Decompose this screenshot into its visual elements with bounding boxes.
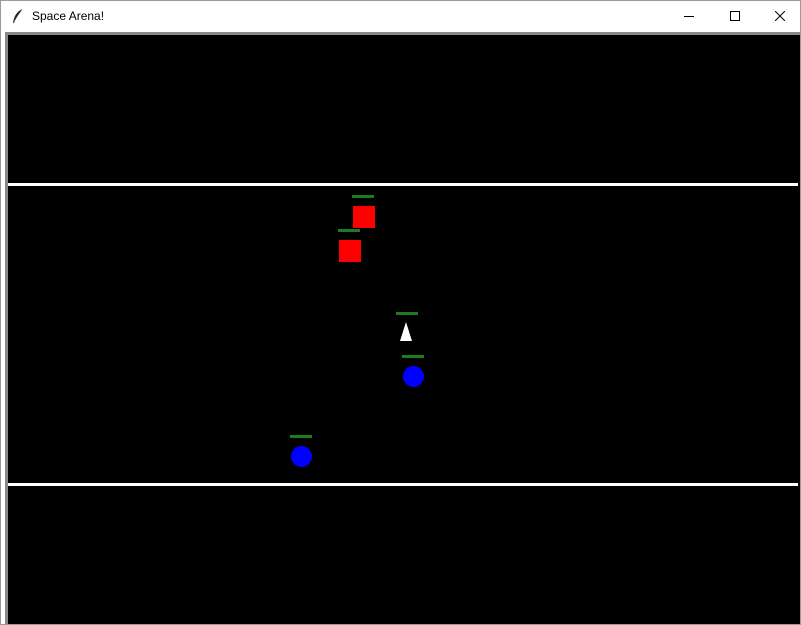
ally-circle (403, 366, 424, 387)
feather-icon (11, 8, 25, 24)
arena-bottom-boundary (8, 483, 798, 486)
arena-top-boundary (8, 183, 798, 186)
enemy-health-bar (338, 229, 360, 232)
enemy-health-bar (352, 195, 374, 198)
player-ship (400, 322, 412, 342)
ally-health-bar (290, 435, 312, 438)
title-bar[interactable]: Space Arena! (1, 1, 800, 31)
app-window: Space Arena! (0, 0, 801, 625)
minimize-button[interactable] (666, 1, 712, 31)
enemy-square (353, 206, 375, 228)
minimize-icon (684, 11, 694, 21)
player-health-bar (396, 312, 418, 315)
close-button[interactable] (757, 1, 800, 31)
maximize-button[interactable] (712, 1, 758, 31)
maximize-icon (730, 11, 740, 21)
ally-health-bar (402, 355, 424, 358)
ally-circle (291, 446, 312, 467)
window-title: Space Arena! (32, 9, 105, 23)
game-canvas[interactable] (8, 35, 800, 624)
canvas-frame (5, 32, 800, 624)
enemy-square (339, 240, 361, 262)
close-icon (775, 11, 785, 21)
